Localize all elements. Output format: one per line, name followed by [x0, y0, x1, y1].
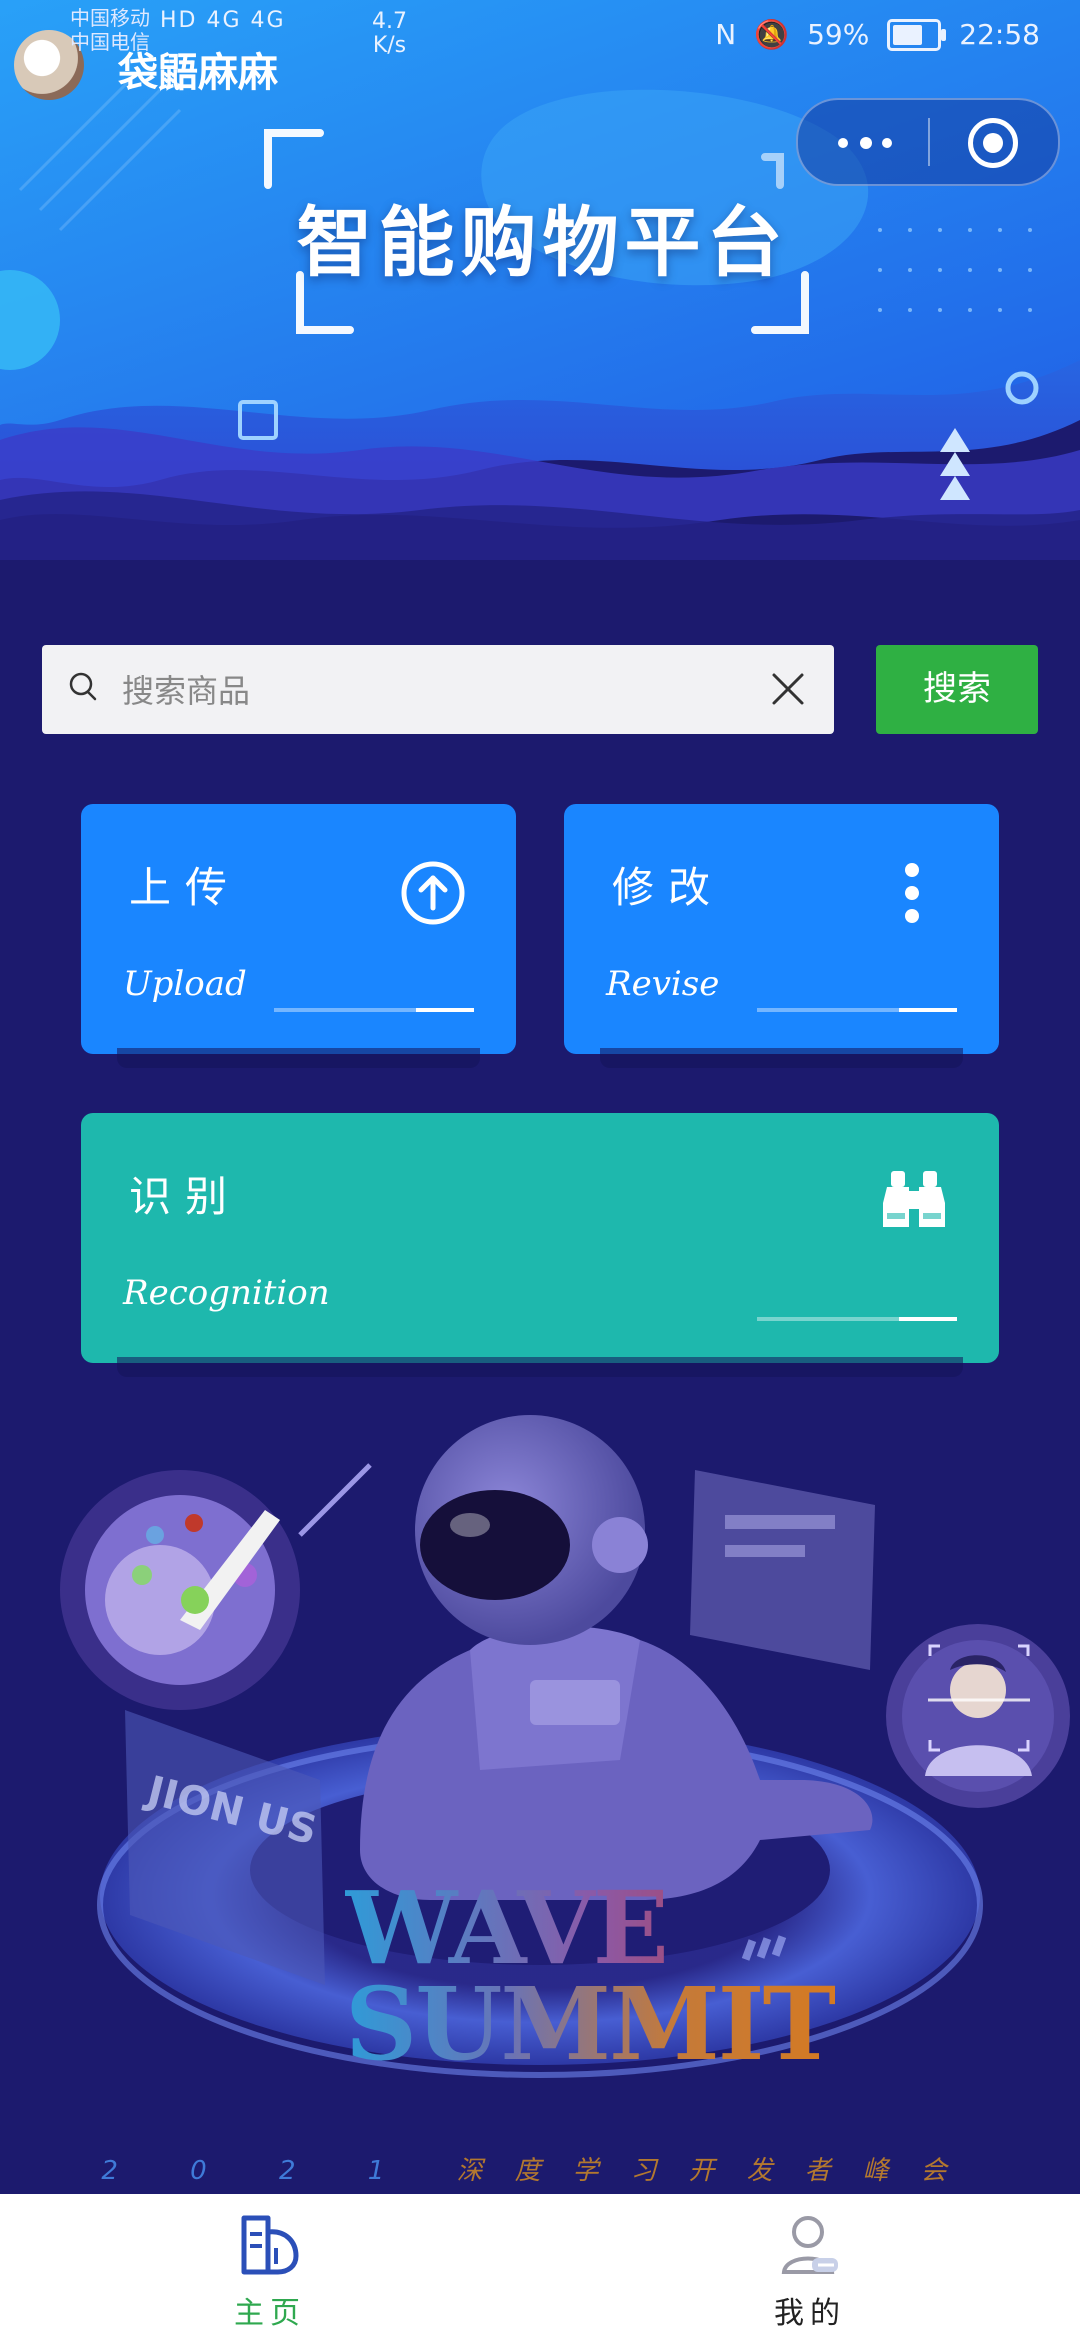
upload-arrow-icon	[401, 861, 465, 925]
card-shadow	[117, 1357, 963, 1377]
revise-title: 修改	[612, 863, 725, 912]
revise-subtitle: Revise	[606, 964, 720, 1004]
status-right: N 🔕 59% 22:58	[715, 18, 1040, 51]
carrier-1: 中国移动	[70, 6, 150, 30]
carrier-2: 中国电信	[70, 30, 150, 54]
wave-text: WAVE	[345, 1878, 835, 1978]
search-input[interactable]	[120, 645, 764, 736]
network-indicator: HD 4G 4G	[160, 8, 286, 33]
card-decor-line	[757, 1317, 957, 1321]
capsule-divider	[928, 118, 930, 166]
tab-home-label: 主页	[234, 2296, 306, 2331]
page-title: 智能购物平台	[296, 198, 789, 287]
recognition-subtitle: Recognition	[123, 1273, 330, 1313]
user-icon	[781, 2216, 838, 2274]
upload-card[interactable]: 上传 Upload	[81, 804, 516, 1068]
revise-card[interactable]: 修改 Revise	[564, 804, 999, 1068]
binoculars-icon	[883, 1171, 945, 1227]
bell-mute-icon: 🔕	[754, 18, 790, 51]
recognition-title: 识别	[129, 1172, 242, 1221]
carrier-info: 中国移动 中国电信	[70, 6, 150, 54]
caption-text: 深度学习开发者峰会	[456, 2156, 979, 2186]
battery-percent: 59%	[807, 18, 870, 51]
network-speed: 4.7 K/s	[372, 9, 407, 58]
summit-text: SUMMIT	[345, 1965, 837, 2083]
nfc-icon: N	[715, 18, 737, 51]
clock: 22:58	[959, 18, 1040, 51]
search-bar	[42, 645, 834, 736]
caption-year: 2 0 2 1	[101, 2156, 417, 2186]
target-close-icon[interactable]	[968, 118, 1018, 168]
card-decor-line	[274, 1008, 474, 1012]
search-icon	[69, 672, 97, 701]
tab-mine[interactable]: 我的	[540, 2194, 1080, 2340]
tab-home[interactable]: 主页	[0, 2194, 540, 2340]
search-button[interactable]: 搜索	[876, 645, 1038, 734]
bottom-tab-bar: 主页 我的	[0, 2194, 1080, 2340]
more-dots-icon[interactable]	[838, 128, 894, 156]
clear-icon[interactable]	[770, 671, 806, 707]
card-shadow	[600, 1048, 963, 1068]
battery-icon	[887, 18, 947, 51]
home-document-icon	[241, 2215, 299, 2275]
upload-subtitle: Upload	[123, 964, 247, 1004]
status-bar: 中国移动 中国电信 HD 4G 4G 4.7 K/s N 🔕 59% 22:58	[0, 0, 1080, 70]
upload-title: 上传	[129, 863, 242, 912]
vertical-dots-icon	[905, 863, 919, 923]
wave-summit-logo: WAVE SUMMIT	[345, 1878, 837, 2083]
card-shadow	[117, 1048, 480, 1068]
tab-mine-label: 我的	[774, 2296, 846, 2331]
recognition-card[interactable]: 识别 Recognition	[81, 1113, 999, 1377]
title-frame: 智能购物平台	[260, 125, 825, 340]
miniprogram-capsule	[796, 98, 1060, 186]
summit-caption: 2 0 2 1 深度学习开发者峰会	[0, 2150, 1080, 2187]
card-decor-line	[757, 1008, 957, 1012]
